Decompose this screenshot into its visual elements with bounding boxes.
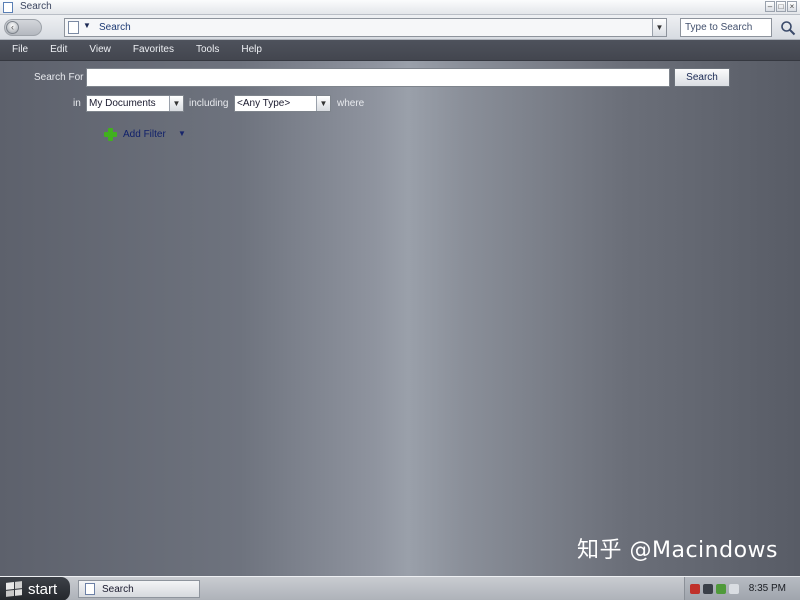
taskbar-item-search[interactable]: Search xyxy=(78,580,200,598)
window-title: Search xyxy=(20,1,52,12)
menu-view[interactable]: View xyxy=(89,40,111,60)
start-label: start xyxy=(28,580,58,598)
maximize-button[interactable]: □ xyxy=(776,1,786,12)
clock: 8:35 PM xyxy=(748,583,786,594)
add-filter-button[interactable]: Add Filter xyxy=(104,127,166,141)
menu-favorites[interactable]: Favorites xyxy=(133,40,174,60)
add-filter-label: Add Filter xyxy=(123,128,166,140)
system-tray: 8:35 PM xyxy=(684,577,800,600)
menu-tools[interactable]: Tools xyxy=(196,40,219,60)
including-label: including xyxy=(189,98,229,109)
search-icon[interactable] xyxy=(780,20,796,36)
taskbar: start Search 8:35 PM xyxy=(0,576,800,600)
address-field[interactable]: ▼ Search ▼ xyxy=(64,18,667,37)
title-bar: Search – □ × xyxy=(0,0,800,15)
menu-bar: File Edit View Favorites Tools Help xyxy=(0,40,800,61)
type-select-value: <Any Type> xyxy=(237,98,291,109)
document-icon xyxy=(85,583,95,595)
address-location: Search xyxy=(99,22,131,33)
start-button[interactable]: start xyxy=(0,577,70,600)
navigation-buttons: ‹ xyxy=(4,19,42,36)
search-for-label: Search For xyxy=(34,72,84,83)
plus-icon xyxy=(104,127,117,141)
search-for-input[interactable] xyxy=(86,68,670,87)
back-button[interactable]: ‹ xyxy=(6,21,19,34)
address-dropdown-button[interactable]: ▼ xyxy=(652,19,666,36)
in-label: in xyxy=(73,98,81,109)
menu-file[interactable]: File xyxy=(12,40,28,60)
search-input[interactable]: Type to Search xyxy=(680,18,772,37)
type-select[interactable]: <Any Type> ▼ xyxy=(234,95,331,112)
location-select[interactable]: My Documents ▼ xyxy=(86,95,184,112)
document-icon xyxy=(3,2,13,13)
menu-edit[interactable]: Edit xyxy=(50,40,67,60)
update-icon[interactable] xyxy=(716,584,726,594)
document-icon xyxy=(68,21,79,34)
watermark: 知乎 @Macindows xyxy=(577,538,778,563)
search-pane: Search For Search in My Documents ▼ incl… xyxy=(0,61,800,576)
chevron-down-icon[interactable]: ▼ xyxy=(316,96,330,111)
where-label: where xyxy=(337,98,365,109)
chevron-down-icon[interactable]: ▼ xyxy=(178,129,186,138)
search-button[interactable]: Search xyxy=(674,68,730,87)
chevron-down-icon[interactable]: ▼ xyxy=(83,21,91,30)
taskbar-item-label: Search xyxy=(102,583,134,595)
network-icon[interactable] xyxy=(703,584,713,594)
minimize-button[interactable]: – xyxy=(765,1,775,12)
address-toolbar: ‹ ▼ Search ▼ Type to Search xyxy=(0,15,800,40)
volume-icon[interactable] xyxy=(729,584,739,594)
windows-logo-icon xyxy=(6,581,22,597)
window-controls: – □ × xyxy=(765,1,797,12)
security-shield-icon[interactable] xyxy=(690,584,700,594)
close-button[interactable]: × xyxy=(787,1,797,12)
chevron-down-icon[interactable]: ▼ xyxy=(169,96,183,111)
menu-help[interactable]: Help xyxy=(241,40,262,60)
location-select-value: My Documents xyxy=(89,98,156,109)
